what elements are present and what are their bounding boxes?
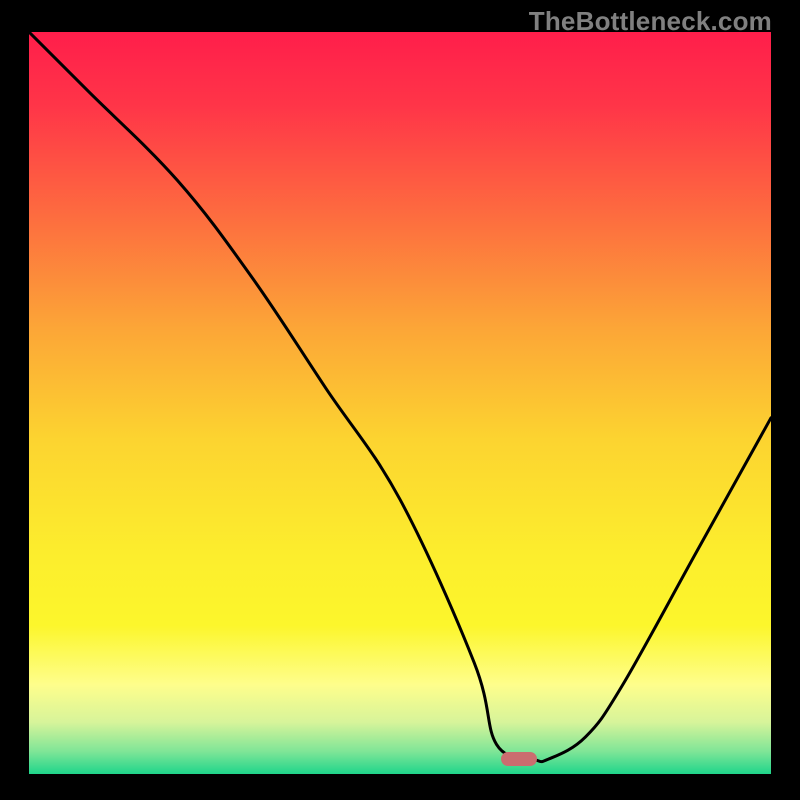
chart-frame [29,32,771,774]
chart-marker [501,752,537,766]
watermark-text: TheBottleneck.com [529,6,772,37]
chart-background [29,32,771,774]
